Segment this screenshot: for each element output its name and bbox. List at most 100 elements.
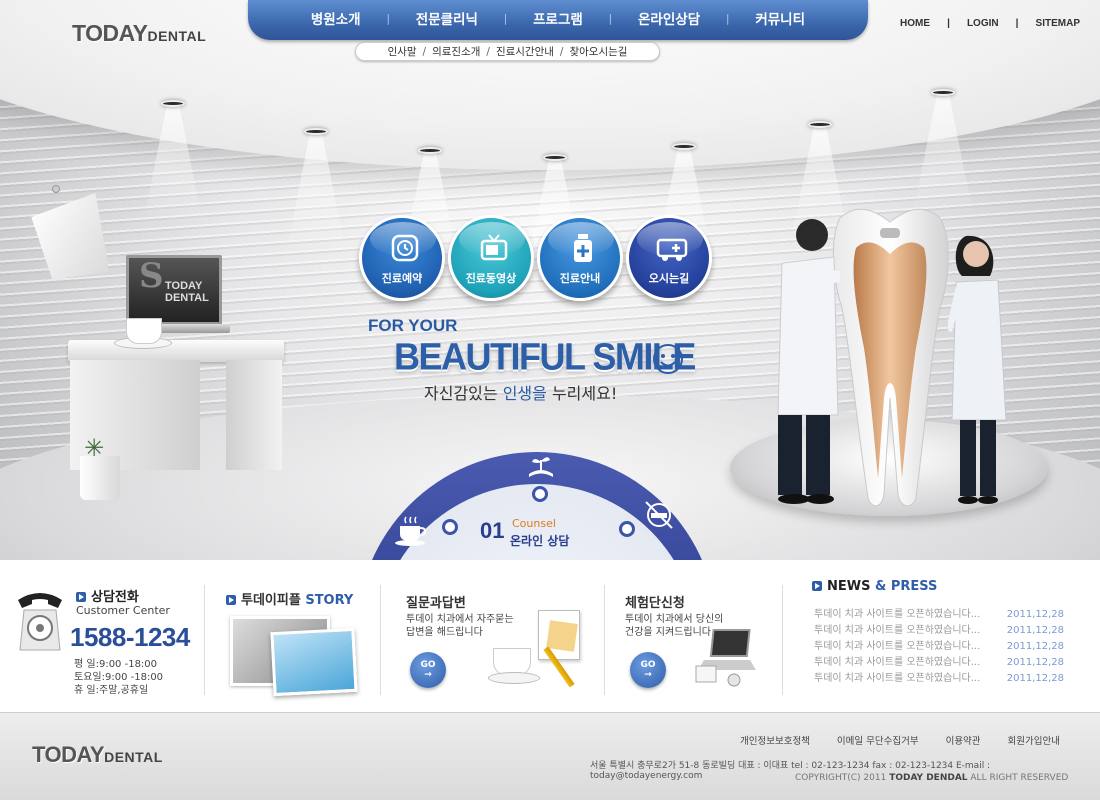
subnav-item-directions[interactable]: 찾아오시는길 bbox=[569, 44, 627, 59]
nav-separator: | bbox=[386, 11, 391, 25]
slogan-subtitle: 자신감있는 인생을 누리세요! bbox=[424, 380, 617, 404]
phone-subtitle: Customer Center bbox=[76, 604, 170, 617]
copyright-brand: TODAY DENDAL bbox=[889, 773, 968, 783]
ceiling-lamp bbox=[931, 89, 955, 96]
subnav-item-hours[interactable]: 진료시간안내 bbox=[496, 44, 554, 59]
subnav-item-greeting[interactable]: 인사말 bbox=[388, 44, 417, 59]
subnav-separator: / bbox=[559, 45, 564, 58]
doctor-female-figure bbox=[948, 235, 1007, 504]
news-date: 2011,12,28 bbox=[1006, 673, 1064, 684]
saucer bbox=[488, 672, 540, 684]
news-headline: 투데이 치과 사이트를 오픈하였습니다... bbox=[814, 657, 981, 668]
video-button[interactable]: 진료동영상 bbox=[448, 215, 534, 301]
footer-logo-today: TODAY bbox=[32, 742, 105, 767]
ambulance-icon bbox=[656, 238, 688, 261]
story-title-a: 투데이피플 bbox=[241, 593, 306, 608]
news-title[interactable]: NEWS & PRESS bbox=[812, 579, 937, 594]
signup-guide-link[interactable]: 회원가입안내 bbox=[1008, 733, 1060, 747]
dial-dot-top[interactable] bbox=[532, 486, 548, 502]
monitor-logo-mark: S bbox=[139, 256, 164, 296]
news-item[interactable]: 투데이 치과 사이트를 오픈하였습니다... 2011,12,28 bbox=[814, 607, 1064, 623]
news-list: 투데이 치과 사이트를 오픈하였습니다... 2011,12,28 투데이 치과 … bbox=[814, 607, 1064, 687]
news-item[interactable]: 투데이 치과 사이트를 오픈하였습니다... 2011,12,28 bbox=[814, 639, 1064, 655]
footer-logo[interactable]: TODAYDENTAL bbox=[32, 742, 163, 768]
copyright-c: ALL RIGHT RESERVED bbox=[967, 773, 1069, 783]
logo-today: TODAY bbox=[72, 20, 148, 46]
login-link[interactable]: LOGIN bbox=[967, 18, 999, 29]
qna-title[interactable]: 질문과답변 bbox=[406, 592, 466, 611]
terms-link[interactable]: 이용약관 bbox=[946, 733, 981, 747]
qna-go-button[interactable]: GO → bbox=[410, 652, 446, 688]
divider bbox=[380, 585, 381, 695]
doctor-male-figure bbox=[777, 219, 840, 504]
hours-label: 평 일 bbox=[74, 659, 96, 670]
guide-button[interactable]: 진료안내 bbox=[537, 215, 623, 301]
nav-separator: | bbox=[503, 11, 508, 25]
nav-item-clinic[interactable]: 전문클리닉 bbox=[416, 8, 478, 28]
play-bullet-icon bbox=[226, 595, 236, 605]
hours-value: :9:00 -18:00 bbox=[95, 659, 158, 670]
home-link[interactable]: HOME bbox=[900, 18, 930, 29]
trial-go-button[interactable]: GO → bbox=[630, 652, 666, 688]
main-navigation: 병원소개 | 전문클리닉 | 프로그램 | 온라인상담 | 커뮤니티 bbox=[248, 0, 868, 40]
pinned-paper bbox=[29, 193, 114, 287]
ceiling-lamp bbox=[304, 128, 328, 135]
phone-title-text: 상담전화 bbox=[91, 590, 139, 605]
logo-dental: DENTAL bbox=[147, 28, 207, 44]
phone-number[interactable]: 1588-1234 bbox=[70, 622, 190, 653]
book-sprout-icon bbox=[529, 457, 553, 477]
news-headline: 투데이 치과 사이트를 오픈하였습니다... bbox=[814, 641, 981, 652]
story-title-b: STORY bbox=[305, 593, 354, 608]
subnav-item-staff[interactable]: 의료진소개 bbox=[432, 44, 480, 59]
reservation-label: 진료예약 bbox=[381, 272, 423, 285]
qna-desc-line: 투데이 치과에서 자주묻는 bbox=[406, 614, 514, 625]
story-photo-front[interactable] bbox=[270, 627, 358, 697]
desk-top bbox=[68, 340, 284, 362]
news-item[interactable]: 투데이 치과 사이트를 오픈하였습니다... 2011,12,28 bbox=[814, 671, 1064, 687]
slogan-sub-part-2: 인생을 bbox=[502, 384, 547, 403]
laptop-icon bbox=[695, 629, 756, 687]
dial-dot-left[interactable] bbox=[442, 519, 458, 535]
footer bbox=[0, 712, 1100, 800]
util-separator: | bbox=[947, 18, 950, 29]
trial-title[interactable]: 체험단신청 bbox=[625, 592, 685, 611]
dial-dot-right[interactable] bbox=[619, 521, 635, 537]
sticky-note-icon bbox=[546, 620, 578, 652]
reservation-button[interactable]: 진료예약 bbox=[359, 215, 445, 301]
news-item[interactable]: 투데이 치과 사이트를 오픈하였습니다... 2011,12,28 bbox=[814, 655, 1064, 671]
hours-row: 휴 일:주말,공휴일 bbox=[74, 684, 163, 697]
news-headline: 투데이 치과 사이트를 오픈하였습니다... bbox=[814, 625, 981, 636]
news-item[interactable]: 투데이 치과 사이트를 오픈하였습니다... 2011,12,28 bbox=[814, 623, 1064, 639]
nav-separator: | bbox=[725, 11, 730, 25]
counsel-label-ko[interactable]: 온라인 상담 bbox=[510, 532, 569, 549]
hours-label: 휴 일 bbox=[74, 685, 96, 696]
privacy-policy-link[interactable]: 개인정보보호정책 bbox=[740, 733, 810, 747]
news-headline: 투데이 치과 사이트를 오픈하였습니다... bbox=[814, 609, 981, 620]
keyboard bbox=[150, 324, 230, 333]
nav-item-community[interactable]: 커뮤니티 bbox=[755, 8, 805, 28]
directions-button[interactable]: 오시는길 bbox=[626, 215, 712, 301]
footer-links: 개인정보보호정책 이메일 무단수집거부 이용약관 회원가입안내 bbox=[740, 733, 1060, 747]
sub-navigation: 인사말 / 의료진소개 / 진료시간안내 / 찾아오시는길 bbox=[355, 42, 660, 61]
telephone-icon bbox=[18, 593, 62, 651]
nav-item-online-consult[interactable]: 온라인상담 bbox=[638, 8, 700, 28]
hours-list: 평 일:9:00 -18:00 토요일:9:00 -18:00 휴 일:주말,공… bbox=[74, 658, 163, 697]
nav-separator: | bbox=[608, 11, 613, 25]
ceiling-lamp bbox=[808, 121, 832, 128]
nav-item-program[interactable]: 프로그램 bbox=[533, 8, 583, 28]
sitemap-link[interactable]: SITEMAP bbox=[1036, 18, 1080, 29]
smiley-icon bbox=[653, 344, 683, 374]
slogan-for-your: FOR YOUR bbox=[368, 316, 458, 335]
monitor-logo-today: TODAY bbox=[165, 280, 203, 292]
util-separator: | bbox=[1015, 18, 1019, 29]
qna-desc-line: 답변을 해드립니다 bbox=[406, 627, 483, 638]
nav-item-hospital-intro[interactable]: 병원소개 bbox=[311, 8, 361, 28]
medicine-bottle-icon bbox=[574, 234, 592, 262]
slogan-sub-part-1: 자신감있는 bbox=[424, 384, 503, 403]
copyright-a: COPYRIGHT(C) 2011 bbox=[795, 773, 890, 783]
news-date: 2011,12,28 bbox=[1006, 625, 1064, 636]
story-title[interactable]: 투데이피플 STORY bbox=[226, 589, 353, 608]
logo[interactable]: TODAYDENTAL bbox=[72, 20, 206, 47]
email-refusal-link[interactable]: 이메일 무단수집거부 bbox=[837, 733, 919, 747]
news-date: 2011,12,28 bbox=[1006, 609, 1064, 620]
